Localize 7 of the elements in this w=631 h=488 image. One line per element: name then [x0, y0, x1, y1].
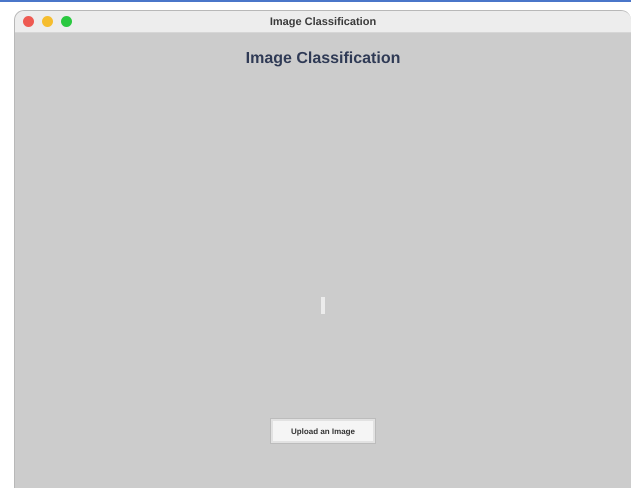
window-title: Image Classification: [270, 16, 376, 28]
image-placeholder: [321, 297, 325, 314]
upload-button[interactable]: Upload an Image: [271, 419, 375, 443]
zoom-icon[interactable]: [61, 16, 72, 27]
close-icon[interactable]: [23, 16, 34, 27]
minimize-icon[interactable]: [42, 16, 53, 27]
page-heading: Image Classification: [246, 50, 400, 68]
